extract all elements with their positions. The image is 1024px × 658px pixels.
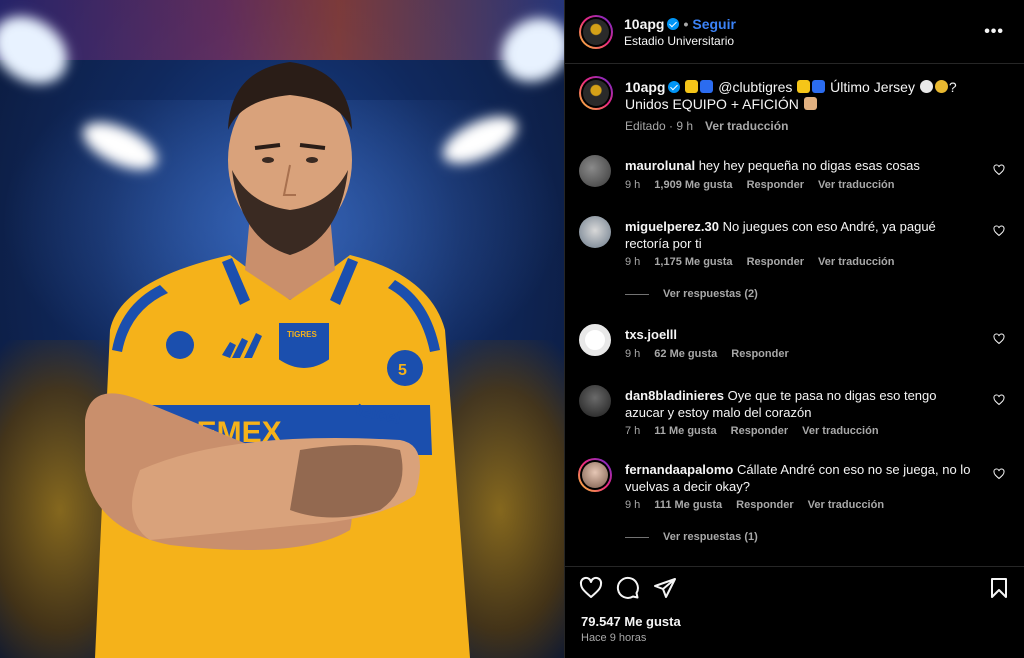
author-avatar[interactable] [579,15,613,49]
comment-username[interactable]: maurolunal [625,158,695,173]
comment-username[interactable]: txs.joelll [625,327,677,342]
translate-link[interactable]: Ver traducción [818,179,894,191]
like-comment-heart-icon[interactable] [993,164,1005,176]
post-likes-count[interactable]: 79.547 Me gusta [581,614,681,629]
commenter-avatar[interactable] [579,216,611,248]
commenter-avatar[interactable] [579,324,611,356]
reply-button[interactable]: Responder [731,348,788,360]
share-paper-plane-icon[interactable] [653,576,677,600]
comment-likes[interactable]: 1,909 Me gusta [654,179,732,191]
yellow-heart-icon [685,80,699,93]
teary-face-emoji-icon [934,80,948,93]
yellow-heart-icon [797,80,811,93]
player-illustration: CEMEX TIGRES 5 telcel [85,62,470,658]
caption-mention[interactable]: @clubtigres [718,79,792,95]
post-side-panel: 10apg • Seguir Estadio Universitario ••• 1… [564,0,1024,658]
comment-username[interactable]: fernandaapalomo [625,462,733,477]
blue-heart-icon [700,80,714,93]
comments-section[interactable]: 10apg @clubtigres Último Jersey ? Unidos… [565,64,1024,564]
like-comment-heart-icon[interactable] [993,225,1005,237]
translate-link[interactable]: Ver traducción [818,256,894,268]
author-username[interactable]: 10apg [624,16,664,32]
view-replies-button[interactable]: Ver respuestas (1) [625,531,758,543]
commenter-avatar[interactable] [579,155,611,187]
comment-text: hey hey pequeña no digas esas cosas [698,158,920,173]
more-options-icon[interactable]: ••• [984,23,1004,41]
save-bookmark-icon[interactable] [987,576,1011,600]
comment-time: 9 h [625,499,641,511]
comment-likes[interactable]: 11 Me gusta [654,425,716,437]
post-actions: 79.547 Me gusta Hace 9 horas [565,566,1024,658]
caption-translate-link[interactable]: Ver traducción [705,119,788,133]
translate-link[interactable]: Ver traducción [808,499,884,511]
reply-button[interactable]: Responder [747,179,804,191]
like-heart-icon[interactable] [579,576,603,600]
post-modal: CEMEX TIGRES 5 telcel 10apg • Seguir Est… [0,0,1024,658]
caption-text-line2: Unidos EQUIPO + AFICIÓN [625,96,799,112]
comment-username[interactable]: dan8bladinieres [625,388,724,403]
reply-button[interactable]: Responder [731,425,788,437]
comment-time: 7 h [625,425,641,437]
svg-text:TIGRES: TIGRES [287,330,317,339]
eyes-emoji-icon [919,80,933,93]
like-comment-heart-icon[interactable] [993,333,1005,345]
comment-likes[interactable]: 1,175 Me gusta [654,256,732,268]
reply-button[interactable]: Responder [736,499,793,511]
comment-time: 9 h [625,179,641,191]
verified-icon [668,81,681,93]
view-replies-button[interactable]: Ver respuestas (2) [625,288,758,300]
caption-edited-time: Editado · 9 h [625,119,694,133]
comment-likes[interactable]: 62 Me gusta [654,348,717,360]
comment-username[interactable]: miguelperez.30 [625,219,719,234]
verified-icon [667,18,680,30]
commenter-avatar[interactable] [578,458,612,492]
svg-text:5: 5 [398,362,407,379]
flexed-biceps-emoji-icon [803,97,817,110]
post-timestamp: Hace 9 horas [581,632,647,644]
post-location[interactable]: Estadio Universitario [624,34,734,48]
follow-button[interactable]: Seguir [692,16,736,32]
comment-time: 9 h [625,256,641,268]
blue-heart-icon [812,80,826,93]
post-header: 10apg • Seguir Estadio Universitario ••• [565,0,1024,64]
like-comment-heart-icon[interactable] [993,394,1005,406]
comment-bubble-icon[interactable] [616,576,640,600]
commenter-avatar[interactable] [579,385,611,417]
translate-link[interactable]: Ver traducción [802,425,878,437]
post-photo[interactable]: CEMEX TIGRES 5 telcel [0,0,564,658]
caption-text: Último Jersey [830,79,915,95]
comment-time: 9 h [625,348,641,360]
like-comment-heart-icon[interactable] [993,468,1005,480]
caption-avatar[interactable] [579,76,613,110]
caption-username[interactable]: 10apg [625,79,665,95]
comment-likes[interactable]: 111 Me gusta [654,499,722,511]
reply-button[interactable]: Responder [747,256,804,268]
